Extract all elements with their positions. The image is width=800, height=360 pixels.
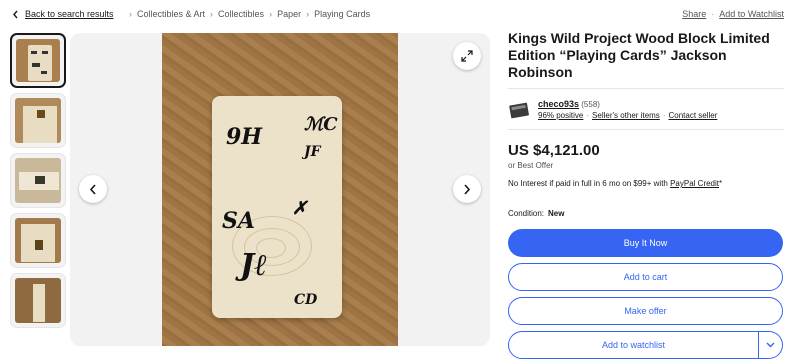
chevron-left-icon	[13, 10, 18, 18]
buy-it-now-button[interactable]: Buy It Now	[508, 229, 783, 257]
breadcrumb: › Collectibles & Art › Collectibles › Pa…	[124, 9, 370, 19]
add-to-watchlist-link[interactable]: Add to Watchlist	[719, 9, 784, 19]
watchlist-dropdown-button[interactable]	[759, 331, 783, 359]
thumbnail-strip	[10, 33, 66, 333]
thumbnail-image	[16, 39, 60, 82]
add-to-cart-button[interactable]: Add to cart	[508, 263, 783, 291]
back-label: Back to search results	[25, 9, 114, 19]
breadcrumb-separator: ›	[129, 9, 132, 19]
seller-name-link[interactable]: checo93s	[538, 99, 579, 109]
thumbnail-3[interactable]	[10, 153, 66, 208]
thumbnail-image	[15, 278, 61, 323]
handwriting-mark: ℳC	[304, 114, 338, 135]
seller-info: checo93s (558) 96% positive · Seller's oth…	[508, 99, 784, 121]
main-product-image: 9H ℳC JF SA ✗ Jℓ CD	[162, 33, 398, 346]
price: US $4,121.00	[508, 142, 600, 159]
best-offer-label: or Best Offer	[508, 161, 554, 170]
breadcrumb-item-collectibles[interactable]: Collectibles	[218, 9, 264, 19]
thumbnail-image	[15, 98, 61, 143]
thumbnail-image	[15, 218, 61, 263]
breadcrumb-separator: ›	[210, 9, 214, 19]
breadcrumb-separator: ›	[269, 9, 273, 19]
financing-text: No Interest if paid in full in 6 mo on $…	[508, 179, 671, 188]
seller-other-items-link[interactable]: Seller's other items	[592, 111, 660, 120]
seller-store-icon[interactable]	[508, 99, 530, 121]
breadcrumb-item-collectibles-art[interactable]: Collectibles & Art	[137, 9, 205, 19]
thumbnail-5[interactable]	[10, 273, 66, 328]
condition-label: Condition:	[508, 209, 545, 218]
arrow-left-icon	[89, 183, 96, 195]
contact-seller-link[interactable]: Contact seller	[668, 111, 717, 120]
separator-dot: ·	[586, 111, 590, 120]
main-image-viewer[interactable]: 9H ℳC JF SA ✗ Jℓ CD	[70, 33, 490, 346]
condition-value: New	[548, 209, 565, 218]
arrow-right-icon	[464, 183, 471, 195]
financing-info: No Interest if paid in full in 6 mo on $…	[508, 179, 784, 188]
paypal-credit-link[interactable]: PayPal Credit	[670, 179, 719, 188]
top-bar: Back to search results › Collectibles & …	[0, 0, 800, 30]
handwriting-mark: ✗	[292, 198, 308, 219]
handwriting-mark: JF	[304, 144, 321, 160]
expand-button[interactable]	[453, 42, 481, 70]
thumbnail-2[interactable]	[10, 93, 66, 148]
divider	[508, 88, 784, 89]
separator-dot: ·	[662, 111, 666, 120]
make-offer-button[interactable]: Make offer	[508, 297, 783, 325]
divider	[508, 129, 784, 130]
seller-feedback-count: (558)	[581, 100, 600, 109]
separator-dot: ·	[711, 9, 715, 19]
next-image-button[interactable]	[453, 175, 481, 203]
thumbnail-1[interactable]	[10, 33, 66, 88]
handwriting-mark: SA	[222, 208, 255, 234]
listing-title: Kings Wild Project Wood Block Limited Ed…	[508, 30, 770, 80]
share-link[interactable]: Share	[682, 9, 706, 19]
expand-icon	[461, 50, 473, 62]
breadcrumb-item-playing-cards[interactable]: Playing Cards	[314, 9, 370, 19]
breadcrumb-separator: ›	[306, 9, 310, 19]
wood-block: 9H ℳC JF SA ✗ Jℓ CD	[212, 96, 342, 318]
chevron-down-icon	[766, 342, 775, 348]
handwriting-mark: 9H	[226, 124, 263, 150]
breadcrumb-item-paper[interactable]: Paper	[277, 9, 301, 19]
handwriting-mark: CD	[294, 292, 318, 308]
seller-positive-link[interactable]: 96% positive	[538, 111, 583, 120]
top-actions: Share · Add to Watchlist	[682, 9, 784, 19]
watchlist-split-button: Add to watchlist	[508, 331, 783, 359]
financing-asterisk: *	[719, 179, 723, 188]
previous-image-button[interactable]	[79, 175, 107, 203]
back-to-search-link[interactable]: Back to search results	[12, 9, 114, 19]
condition-row: Condition: New	[508, 209, 784, 218]
add-to-watchlist-button[interactable]: Add to watchlist	[508, 331, 759, 359]
listing-panel: Kings Wild Project Wood Block Limited Ed…	[508, 30, 784, 359]
handwriting-mark: Jℓ	[240, 248, 268, 283]
thumbnail-4[interactable]	[10, 213, 66, 268]
thumbnail-image	[15, 158, 61, 203]
seller-meta: checo93s (558) 96% positive · Seller's oth…	[538, 99, 717, 121]
